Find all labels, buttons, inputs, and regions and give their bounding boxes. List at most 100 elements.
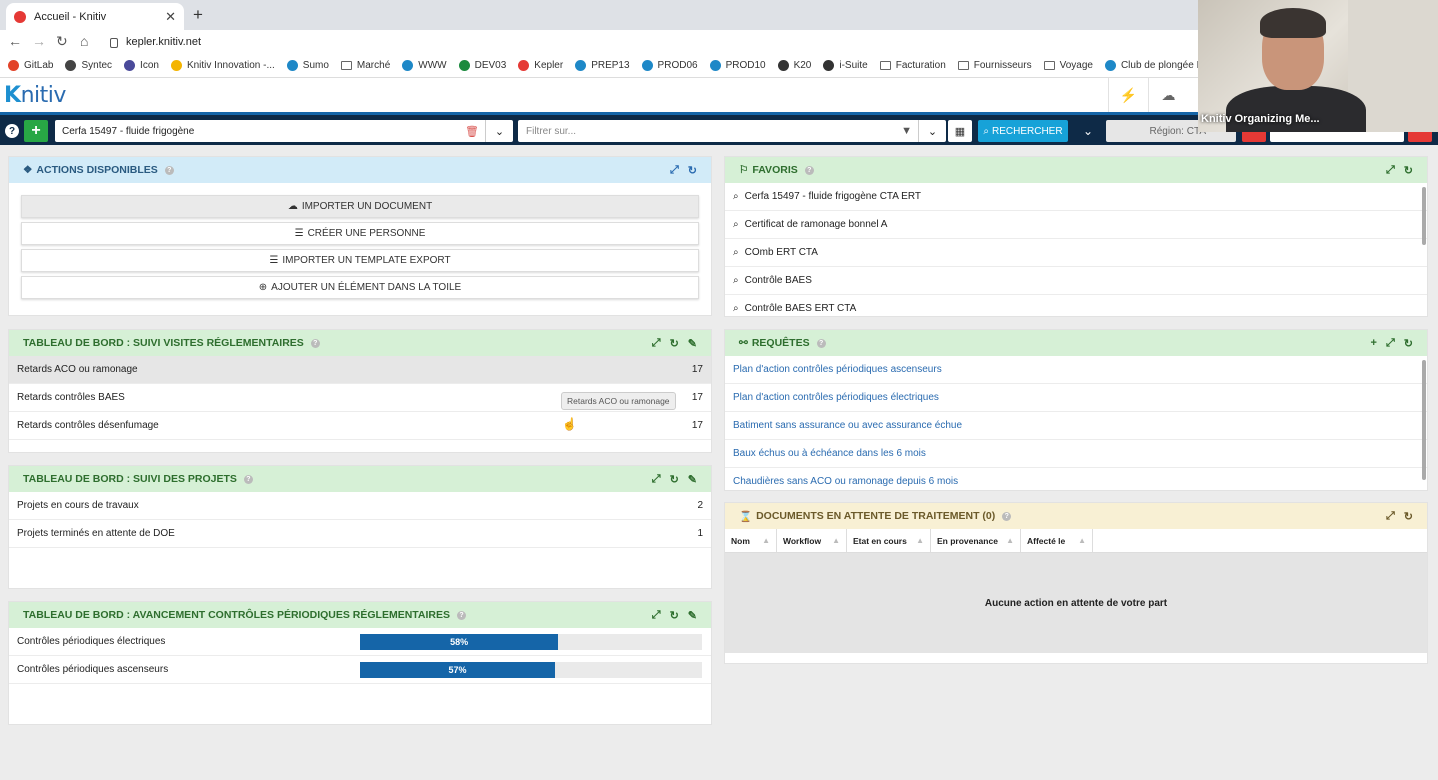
query-link[interactable]: Plan d'action contrôles périodiques élec… xyxy=(725,384,1427,412)
add-icon[interactable]: + xyxy=(1371,337,1377,350)
refresh-icon[interactable]: ↻ xyxy=(670,609,679,622)
refresh-icon[interactable]: ↻ xyxy=(670,473,679,486)
help-icon[interactable]: ? xyxy=(5,124,19,138)
expand-icon[interactable]: ⤢ xyxy=(652,337,661,350)
expand-icon[interactable]: ⤢ xyxy=(1386,337,1395,350)
calendar-icon[interactable]: ▦ xyxy=(948,120,972,142)
sort-icon[interactable]: ▲ xyxy=(762,536,770,545)
help-icon[interactable]: ? xyxy=(164,165,174,175)
progress-row[interactable]: Contrôles périodiques ascenseurs 57% xyxy=(9,656,711,684)
edit-icon[interactable]: ✎ xyxy=(688,473,697,486)
bookmark-item[interactable]: PROD06 xyxy=(641,60,698,71)
trash-icon[interactable]: 🗑 xyxy=(465,125,479,138)
help-icon[interactable]: ? xyxy=(1002,511,1012,521)
favorite-item[interactable]: ⌕ Contrôle BAES ERT CTA xyxy=(725,295,1427,316)
refresh-icon[interactable]: ↻ xyxy=(1404,510,1413,523)
action-button[interactable]: ☰ IMPORTER UN TEMPLATE EXPORT xyxy=(21,249,699,272)
column-header[interactable]: Nom ▲ xyxy=(725,529,777,552)
document-select[interactable]: Cerfa 15497 - fluide frigogène 🗑 ⌄ xyxy=(55,120,513,142)
row-count: 2 xyxy=(697,500,703,511)
bookmark-item[interactable]: WWW xyxy=(402,60,447,71)
sort-icon[interactable]: ▲ xyxy=(1006,536,1014,545)
help-icon[interactable]: ? xyxy=(804,165,814,175)
action-button[interactable]: ☰ CRÉER UNE PERSONNE xyxy=(21,222,699,245)
help-icon[interactable]: ? xyxy=(816,338,826,348)
table-row[interactable]: Projets en cours de travaux 2 xyxy=(9,492,711,520)
scrollbar[interactable] xyxy=(1422,187,1426,245)
reload-icon[interactable]: ↻ xyxy=(56,33,68,50)
bookmark-item[interactable]: DEV03 xyxy=(458,60,506,71)
column-header[interactable]: Workflow ▲ xyxy=(777,529,847,552)
expand-icon[interactable]: ⤢ xyxy=(670,164,679,177)
refresh-icon[interactable]: ↻ xyxy=(688,164,697,177)
new-tab-icon[interactable]: + xyxy=(193,5,203,25)
filter-input[interactable]: Filtrer sur... ▼ ⌄ xyxy=(518,120,946,142)
close-tab-icon[interactable]: ✕ xyxy=(165,9,176,25)
refresh-icon[interactable]: ↻ xyxy=(670,337,679,350)
query-link[interactable]: Plan d'action contrôles périodiques asce… xyxy=(725,356,1427,384)
home-icon[interactable]: ⌂ xyxy=(80,33,88,49)
column-header[interactable]: Affecté le ▲ xyxy=(1021,529,1093,552)
favorite-item[interactable]: ⌕ COmb ERT CTA xyxy=(725,239,1427,267)
help-icon[interactable]: ? xyxy=(310,338,320,348)
action-button[interactable]: ⊕ AJOUTER UN ÉLÉMENT DANS LA TOILE xyxy=(21,276,699,299)
expand-icon[interactable]: ⤢ xyxy=(1386,164,1395,177)
expand-icon[interactable]: ⤢ xyxy=(652,609,661,622)
column-header[interactable]: En provenance ▲ xyxy=(931,529,1021,552)
plugin-icon[interactable]: ⚡ xyxy=(1108,78,1148,112)
forward-icon[interactable]: → xyxy=(32,33,46,49)
browser-tab[interactable]: Accueil - Knitiv ✕ xyxy=(6,3,184,30)
bookmark-item[interactable]: Facturation xyxy=(879,60,946,71)
bookmark-item[interactable]: K20 xyxy=(777,60,811,71)
back-icon[interactable]: ← xyxy=(8,33,22,49)
url-field[interactable]: kepler.knitiv.net xyxy=(104,32,1194,52)
edit-icon[interactable]: ✎ xyxy=(688,337,697,350)
sort-icon[interactable]: ▲ xyxy=(1078,536,1086,545)
refresh-icon[interactable]: ↻ xyxy=(1404,164,1413,177)
double-chevron-down-icon[interactable]: ⌄ xyxy=(1078,120,1098,142)
bookmark-item[interactable]: Marché xyxy=(340,60,390,71)
refresh-icon[interactable]: ↻ xyxy=(1404,337,1413,350)
knitiv-logo[interactable]: Knitiv xyxy=(4,83,66,108)
avancement-panel-header: TABLEAU DE BORD : AVANCEMENT CONTRÔLES P… xyxy=(9,602,711,628)
sort-icon[interactable]: ▲ xyxy=(832,536,840,545)
table-row[interactable]: Retards contrôles désenfumage 17 xyxy=(9,412,711,440)
table-row[interactable]: Projets terminés en attente de DOE 1 xyxy=(9,520,711,548)
bookmark-item[interactable]: Club de plongée L xyxy=(1104,60,1200,71)
favorite-item[interactable]: ⌕ Cerfa 15497 - fluide frigogène CTA ERT xyxy=(725,183,1427,211)
sort-icon[interactable]: ▲ xyxy=(916,536,924,545)
bookmark-item[interactable]: Kepler xyxy=(518,60,563,71)
expand-icon[interactable]: ⤢ xyxy=(652,473,661,486)
bookmark-item[interactable]: GitLab xyxy=(8,60,53,71)
chevron-down-icon[interactable]: ⌄ xyxy=(485,120,513,142)
scrollbar[interactable] xyxy=(1422,360,1426,480)
bookmark-item[interactable]: Icon xyxy=(124,60,159,71)
search-button[interactable]: ⌕ RECHERCHER xyxy=(978,120,1068,142)
bookmark-item[interactable]: Voyage xyxy=(1043,60,1093,71)
query-link[interactable]: Baux échus ou à échéance dans les 6 mois xyxy=(725,440,1427,468)
favorite-item[interactable]: ⌕ Contrôle BAES xyxy=(725,267,1427,295)
progress-row[interactable]: Contrôles périodiques électriques 58% xyxy=(9,628,711,656)
bookmark-item[interactable]: Fournisseurs xyxy=(957,60,1032,71)
table-row[interactable]: Retards ACO ou ramonage 17 xyxy=(9,356,711,384)
query-link[interactable]: Chaudières sans ACO ou ramonage depuis 6… xyxy=(725,468,1427,490)
chevron-down-icon[interactable]: ⌄ xyxy=(918,120,946,142)
bookmark-item[interactable]: i-Suite xyxy=(823,60,868,71)
help-icon[interactable]: ? xyxy=(243,474,253,484)
search-icon: ⌕ xyxy=(733,247,739,258)
edit-icon[interactable]: ✎ xyxy=(688,609,697,622)
action-button[interactable]: ☁ IMPORTER UN DOCUMENT xyxy=(21,195,699,218)
bookmark-item[interactable]: Sumo xyxy=(286,60,329,71)
add-button[interactable]: + xyxy=(24,120,48,142)
expand-icon[interactable]: ⤢ xyxy=(1386,510,1395,523)
favorite-item[interactable]: ⌕ Certificat de ramonage bonnel A xyxy=(725,211,1427,239)
bookmark-item[interactable]: Syntec xyxy=(65,60,112,71)
column-header[interactable]: Etat en cours ▲ xyxy=(847,529,931,552)
bookmark-item[interactable]: PREP13 xyxy=(575,60,630,71)
funnel-icon[interactable]: ▼ xyxy=(901,125,912,137)
query-link[interactable]: Batiment sans assurance ou avec assuranc… xyxy=(725,412,1427,440)
bookmark-item[interactable]: PROD10 xyxy=(709,60,766,71)
bookmark-item[interactable]: Knitiv Innovation -... xyxy=(170,60,275,71)
help-icon[interactable]: ? xyxy=(457,610,467,620)
cloud-upload-icon[interactable]: ☁ xyxy=(1148,78,1188,112)
